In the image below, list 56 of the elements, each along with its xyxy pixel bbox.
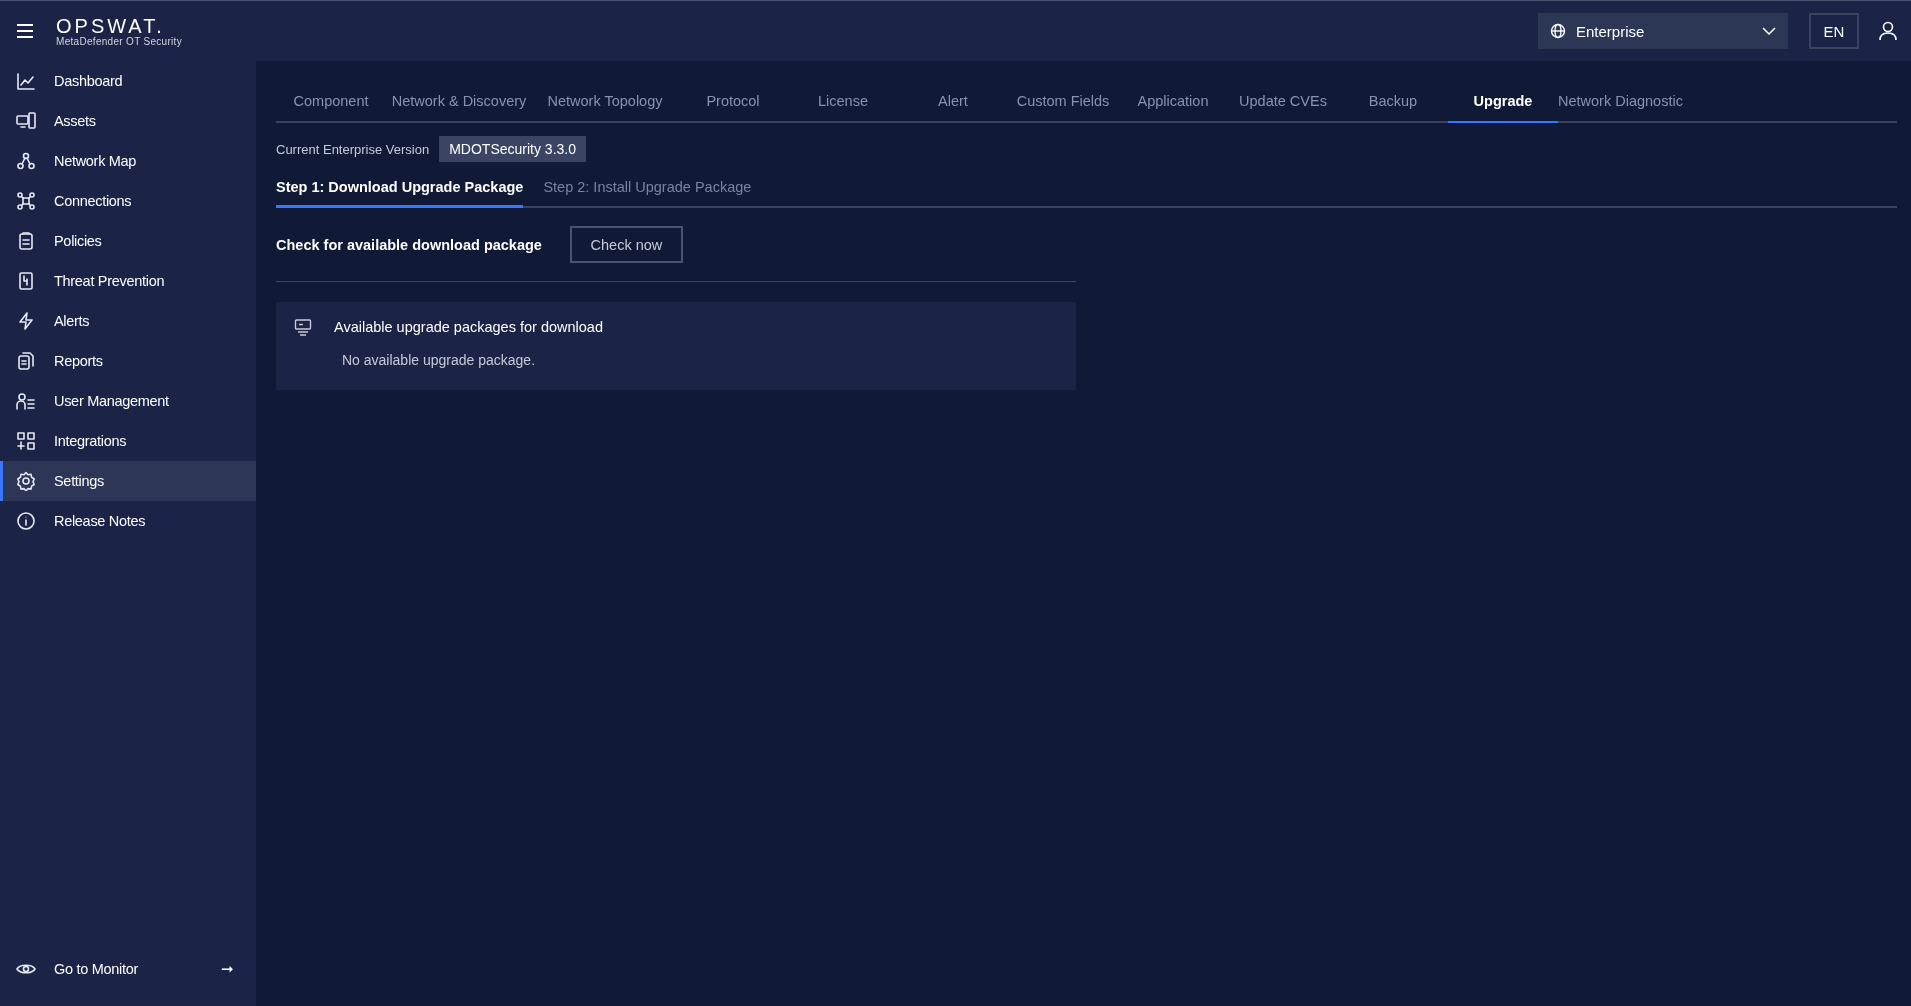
eye-icon	[16, 962, 36, 976]
sidebar-item[interactable]: Reports	[0, 341, 256, 381]
sidebar-item[interactable]: Policies	[0, 221, 256, 261]
package-icon	[294, 318, 312, 336]
version-badge: MDOTSecurity 3.3.0	[439, 136, 586, 162]
menu-icon[interactable]	[16, 24, 34, 38]
settings-tab[interactable]: Custom Fields	[1008, 81, 1118, 123]
step-tab[interactable]: Step 2: Install Upgrade Package	[543, 168, 752, 208]
settings-tab[interactable]: Backup	[1338, 81, 1448, 123]
documents-icon	[16, 351, 36, 371]
product-name: MetaDefender OT Security	[56, 35, 182, 47]
sidebar-item[interactable]: Assets	[0, 101, 256, 141]
sidebar-item[interactable]: Integrations	[0, 421, 256, 461]
chevron-down-icon	[1762, 27, 1776, 35]
go-to-monitor-link[interactable]: Go to Monitor	[54, 961, 204, 977]
empty-message: No available upgrade package.	[342, 352, 537, 368]
check-label: Check for available download package	[276, 236, 542, 253]
settings-tab[interactable]: License	[788, 81, 898, 123]
settings-tab[interactable]: Network & Discovery	[386, 81, 532, 123]
sidebar-item[interactable]: Dashboard	[0, 61, 256, 101]
document-icon	[16, 271, 36, 291]
clipboard-icon	[16, 231, 36, 251]
settings-tab[interactable]: Network Topology	[532, 81, 678, 123]
settings-tab[interactable]: Upgrade	[1448, 81, 1558, 123]
sidebar-item[interactable]: User Management	[0, 381, 256, 421]
settings-tab[interactable]: Protocol	[678, 81, 788, 123]
lightning-icon	[16, 311, 36, 331]
gear-icon	[16, 471, 36, 491]
info-icon	[16, 511, 36, 531]
chart-line-icon	[16, 71, 36, 91]
step-tab[interactable]: Step 1: Download Upgrade Package	[276, 168, 524, 208]
settings-tab[interactable]: Component	[276, 81, 386, 123]
sidebar-item[interactable]: Network Map	[0, 141, 256, 181]
version-label: Current Enterprise Version	[276, 141, 430, 157]
sidebar-item[interactable]: Threat Prevention	[0, 261, 256, 301]
sidebar-item[interactable]: Alerts	[0, 301, 256, 341]
packages-title: Available upgrade packages for download	[334, 319, 603, 335]
globe-icon	[1550, 23, 1566, 39]
settings-tab[interactable]: Application	[1118, 81, 1228, 123]
network-icon	[16, 191, 36, 211]
check-now-button[interactable]: Check now	[569, 226, 683, 263]
sidebar-item[interactable]: Release Notes	[0, 501, 256, 541]
language-button[interactable]: EN	[1809, 13, 1859, 49]
settings-tab[interactable]: Network Diagnostic	[1558, 81, 1683, 123]
arrow-icon[interactable]: ➞	[221, 961, 234, 977]
grid-plus-icon	[16, 431, 36, 451]
site-select[interactable]: Enterprise	[1538, 13, 1788, 49]
sidebar-item[interactable]: Connections	[0, 181, 256, 221]
devices-icon	[16, 111, 36, 131]
user-icon[interactable]	[1879, 21, 1897, 41]
user-list-icon	[16, 391, 36, 411]
settings-tab[interactable]: Alert	[898, 81, 1008, 123]
brand-logo: OPSWAT.	[56, 15, 166, 36]
sidebar-item[interactable]: Settings	[0, 461, 256, 501]
nodes-icon	[16, 151, 36, 171]
settings-tab[interactable]: Update CVEs	[1228, 81, 1338, 123]
